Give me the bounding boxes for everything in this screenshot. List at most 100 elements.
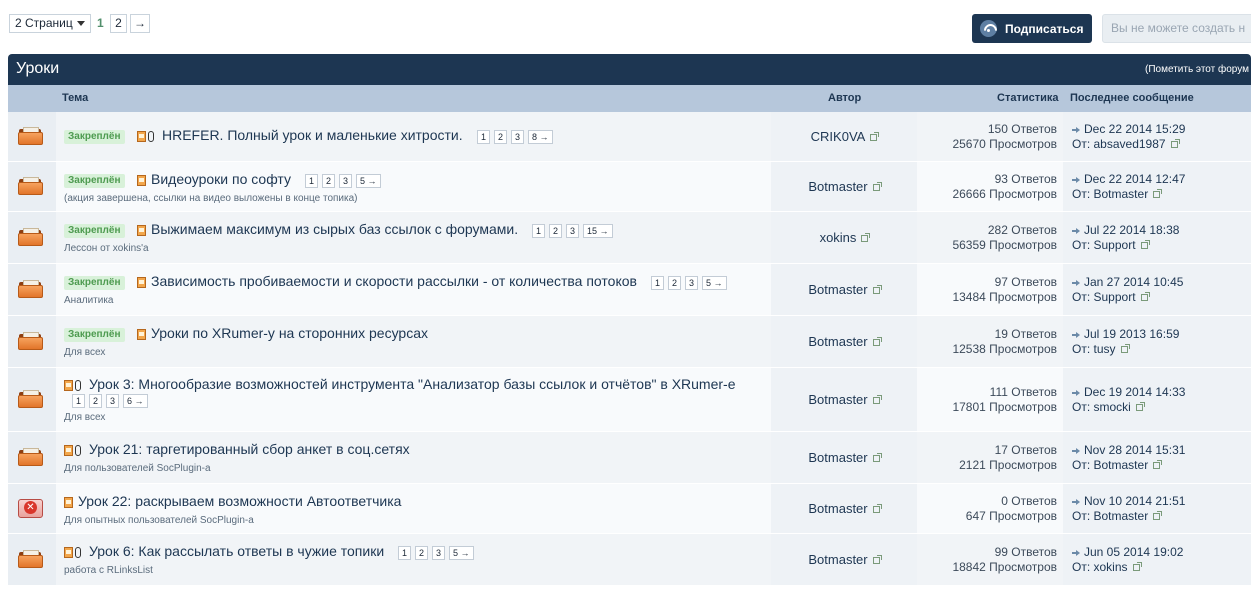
column-last-post[interactable]: Последнее сообщение [1070,92,1194,104]
column-stats[interactable]: Статистика [997,92,1059,104]
topic-page-link[interactable]: 1 [651,276,665,290]
last-post-link[interactable]: Dec 22 2014 12:47 [1072,172,1185,186]
stats-cell: 97 Ответов 13484 Просмотров [917,264,1063,315]
last-poster-link[interactable]: От: smocki [1072,400,1145,414]
last-post-link[interactable]: Dec 19 2014 14:33 [1072,385,1185,399]
author-link[interactable]: Botmaster [771,392,917,407]
topic-page-link[interactable]: 1 [398,546,412,560]
table-row: Урок 21: таргетированный сбор анкет в со… [8,432,1251,484]
topic-page-link[interactable]: 1 [532,224,546,238]
external-link-icon [1153,460,1163,470]
last-post-date: Nov 10 2014 21:51 [1084,494,1186,508]
cannot-create-topic-button[interactable]: Вы не можете создать н [1102,14,1251,43]
last-post-link[interactable]: Nov 28 2014 15:31 [1072,443,1185,457]
topic-title-link[interactable]: Выжимаем максимум из сырых баз ссылок с … [151,221,518,237]
last-post-cell: Nov 28 2014 15:31 От: Botmaster [1063,432,1251,483]
last-post-link[interactable]: Jul 22 2014 18:38 [1072,223,1179,237]
topic-page-link[interactable]: 3 [106,394,120,408]
author-link[interactable]: xokins [771,230,917,245]
topic-title-link[interactable]: Урок 3: Многообразие возможностей инстру… [89,376,736,392]
topic-page-link[interactable]: 3 [511,130,525,144]
topic-page-link[interactable]: 3 [685,276,699,290]
author-link[interactable]: CRIK0VA [771,129,917,144]
last-poster-link[interactable]: От: absaved1987 [1072,137,1180,151]
last-post-date: Nov 28 2014 15:31 [1084,443,1186,457]
topic-page-link[interactable]: 15 → [583,224,613,238]
topic-page-link[interactable]: 5 → [356,174,381,188]
topic-title-link[interactable]: HREFER. Полный урок и маленькие хитрости… [162,127,463,143]
author-link[interactable]: Botmaster [771,501,917,516]
last-poster-link[interactable]: От: tusy [1072,342,1130,356]
column-author[interactable]: Автор [828,92,861,104]
topic-page-link[interactable]: 1 [72,394,86,408]
author-link[interactable]: Botmaster [771,282,917,297]
last-poster-link[interactable]: От: Botmaster [1072,458,1163,472]
topic-page-link[interactable]: 3 [339,174,353,188]
last-poster-link[interactable]: От: Botmaster [1072,509,1163,523]
stats-cell: 17 Ответов 2121 Просмотров [917,432,1063,483]
topic-title-link[interactable]: Зависимость пробиваемости и скорости рас… [151,273,637,289]
last-post-link[interactable]: Dec 22 2014 15:29 [1072,122,1185,136]
topic-description: Для опытных пользователей SocPlugin-а [64,515,254,526]
column-topic[interactable]: Тема [62,92,88,104]
folder-icon [18,448,44,467]
topic-title-link[interactable]: Уроки по XRumer-у на сторонних ресурсах [151,325,428,341]
subscribe-label: Подписаться [1005,21,1084,36]
attachment-icon [64,445,81,456]
topic-title-link[interactable]: Урок 6: Как рассылать ответы в чужие топ… [89,543,384,559]
author-link[interactable]: Botmaster [771,450,917,465]
page-link-2[interactable]: 2 [110,14,127,33]
views-count: 25670 Просмотров [952,137,1057,151]
last-post-link[interactable]: Jul 19 2013 16:59 [1072,327,1179,341]
stats-cell: 99 Ответов 18842 Просмотров [917,534,1063,585]
author-name: Botmaster [808,552,868,567]
topic-page-link[interactable]: 1 [305,174,319,188]
last-poster-link[interactable]: От: xokins [1072,560,1142,574]
topic-page-link[interactable]: 1 [477,130,491,144]
folder-icon [18,550,44,569]
paperclip-icon [148,131,154,142]
topic-title-link[interactable]: Урок 22: раскрываем возможности Автоотве… [78,493,401,509]
topic-page-link[interactable]: 2 [89,394,103,408]
topic-page-link[interactable]: 2 [494,130,508,144]
topic-page-link[interactable]: 5 → [449,546,474,560]
document-icon [64,380,73,391]
last-post-link[interactable]: Nov 10 2014 21:51 [1072,494,1185,508]
views-count: 2121 Просмотров [959,458,1057,472]
last-post-link[interactable]: Jan 27 2014 10:45 [1072,275,1183,289]
next-page-link[interactable]: → [130,14,150,33]
topic-page-link[interactable]: 2 [668,276,682,290]
pages-dropdown[interactable]: 2 Страниц [9,14,91,33]
topic-page-link[interactable]: 3 [566,224,580,238]
topic-page-link[interactable]: 2 [549,224,563,238]
topic-title-link[interactable]: Урок 21: таргетированный сбор анкет в со… [89,441,410,457]
topic-page-link[interactable]: 8 → [528,130,553,144]
topic-page-link[interactable]: 6 → [123,394,148,408]
author-link[interactable]: Botmaster [771,552,917,567]
last-poster-link[interactable]: От: Support [1072,290,1150,304]
last-post-link[interactable]: Jun 05 2014 19:02 [1072,545,1183,559]
attachment-icon [137,131,154,142]
mark-forum-read-link[interactable]: (Пометить этот форум [1145,64,1249,75]
top-toolbar: 2 Страниц 1 2 → Подписаться Вы не можете… [0,0,1251,54]
last-poster-link[interactable]: От: Support [1072,238,1150,252]
author-link[interactable]: Botmaster [771,334,917,349]
last-poster-link[interactable]: От: Botmaster [1072,187,1163,201]
topic-page-link[interactable]: 2 [322,174,336,188]
last-poster-name: От: Botmaster [1072,509,1149,523]
last-post-date: Dec 22 2014 15:29 [1084,122,1186,136]
author-cell: Botmaster [771,316,917,367]
topic-title-link[interactable]: Видеоуроки по софту [151,171,291,187]
author-link[interactable]: Botmaster [771,179,917,194]
views-count: 647 Просмотров [965,509,1057,523]
external-link-icon [1132,562,1142,572]
topic-page-link[interactable]: 5 → [702,276,727,290]
replies-count: 111 Ответов [989,385,1057,399]
subscribe-button[interactable]: Подписаться [972,14,1092,43]
stats-cell: 93 Ответов 26666 Просмотров [917,162,1063,211]
topic-page-link[interactable]: 2 [415,546,429,560]
external-link-icon [872,504,882,514]
replies-count: 17 Ответов [994,443,1057,457]
pinned-badge: Закреплён [64,276,125,290]
topic-page-link[interactable]: 3 [432,546,446,560]
